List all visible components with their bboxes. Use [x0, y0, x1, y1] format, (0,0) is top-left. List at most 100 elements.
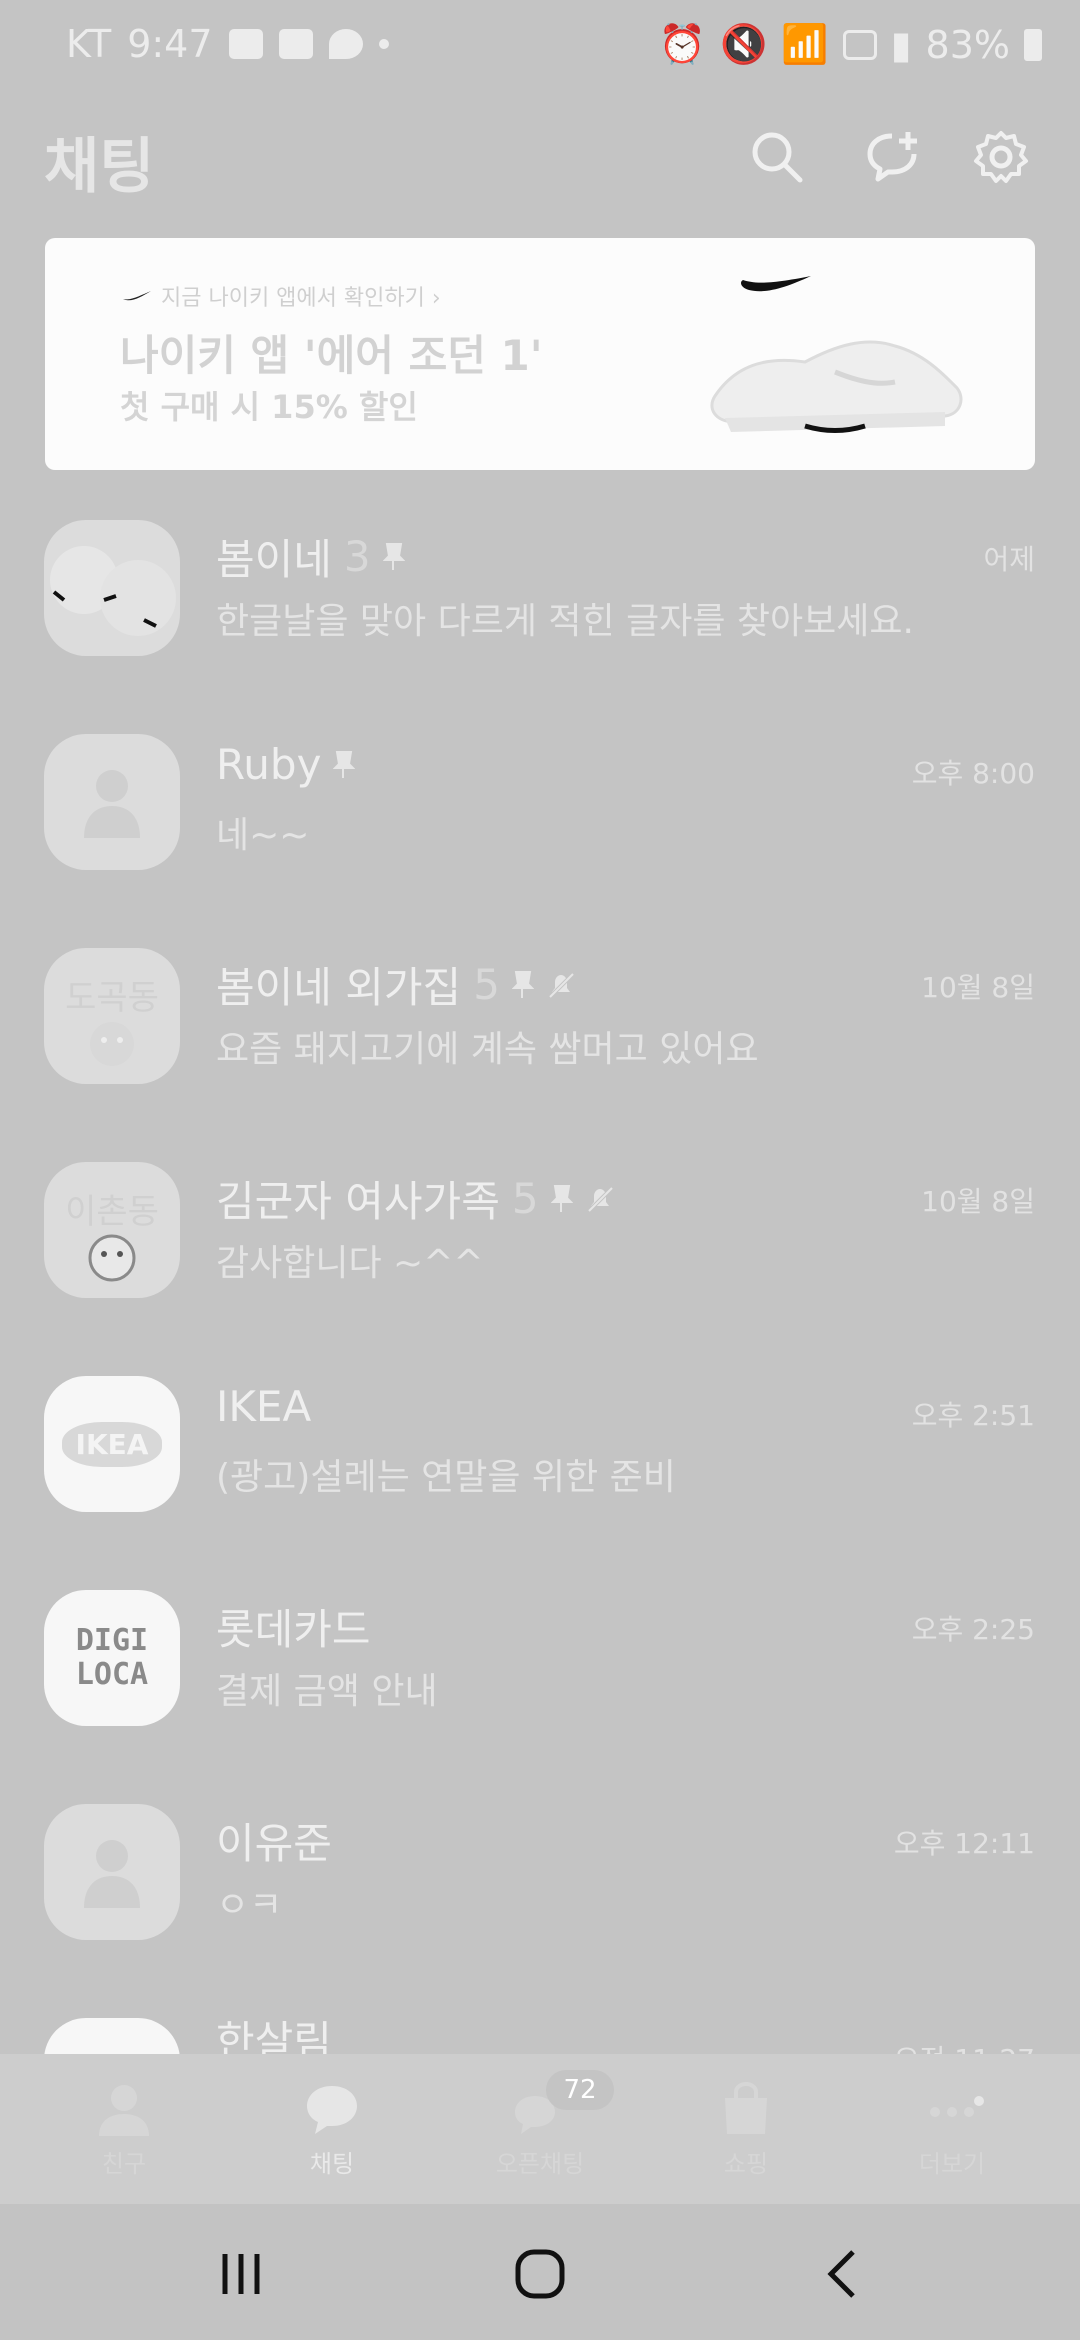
gallery-notification-icon [228, 29, 263, 59]
chat-name: 이유준 [216, 1810, 332, 1871]
chat-time: 10월 8일 [921, 971, 1035, 1004]
clock: 9:47 [127, 22, 213, 66]
member-count: 5 [511, 1174, 539, 1223]
nike-swoosh-icon [123, 291, 151, 301]
avatar [44, 520, 180, 656]
tab-more[interactable]: 더보기 [892, 2082, 1012, 2179]
avatar [44, 1804, 180, 1940]
chat-name: 김군자 여사가족 5 [216, 1168, 615, 1229]
status-right: ⏰ 🔇 📶 ▮ 83% [659, 22, 1042, 67]
chat-title: 이유준 [216, 1819, 332, 1868]
chat-last-message: 요즘 돼지고기에 계속 쌈머고 있어요 [216, 1029, 759, 1070]
d-app-notification-icon [328, 29, 363, 59]
chat-last-message: 결제 금액 안내 [216, 1671, 438, 1712]
chat-name: Ruby [216, 740, 356, 789]
chat-name: 봄이네 외가집 5 [216, 954, 576, 1015]
recent-apps-button[interactable] [206, 2244, 276, 2304]
chat-row[interactable]: 이촌동 김군자 여사가족 5 감사합니다 ~^^ 10월 8일 [0, 1142, 1080, 1342]
chat-title: 김군자 여사가족 [216, 1177, 500, 1226]
chat-time: 10월 8일 [921, 1185, 1035, 1218]
chat-row[interactable]: DIGI LOCA 롯데카드 결제 금액 안내 오후 2:25 [0, 1570, 1080, 1770]
pin-icon [511, 970, 534, 998]
tab-shopping[interactable]: 쇼핑 [686, 2082, 806, 2179]
tab-openchat[interactable]: 72 오픈채팅 [480, 2070, 614, 2179]
new-indicator-dot [974, 2096, 984, 2106]
tab-openchat-label: 오픈채팅 [495, 2150, 585, 2178]
chat-title: 봄이네 [216, 535, 332, 584]
character-icon [88, 1234, 136, 1282]
mute-status-icon: 🔇 [719, 22, 768, 66]
banner-link[interactable]: 지금 나이키 앱에서 확인하기 › [123, 280, 441, 312]
new-chat-icon [867, 132, 917, 182]
chat-row[interactable]: 봄이네 3 한글날을 맞아 다르게 적힌 글자를 찾아보세요. 어제 [0, 500, 1080, 700]
chat-last-message: ㅇㅋ [216, 1885, 283, 1926]
person-icon [84, 1840, 140, 1908]
wifi-icon: 📶 [781, 22, 829, 66]
page-title: 채팅 [44, 132, 155, 202]
back-button[interactable] [808, 2244, 878, 2304]
ikea-logo: IKEA [44, 1376, 180, 1512]
tab-more-label: 더보기 [918, 2150, 986, 2178]
app-notification-icon [278, 29, 313, 59]
search-button[interactable] [742, 122, 812, 192]
chat-last-message: 한글날을 맞아 다르게 적힌 글자를 찾아보세요. [216, 601, 914, 642]
chat-row[interactable]: Ruby 네~~ 오후 8:00 [0, 714, 1080, 914]
chat-title: Ruby [216, 740, 322, 789]
chat-title: 롯데카드 [216, 1605, 371, 1654]
search-icon [752, 132, 803, 183]
avatar: IKEA [44, 1376, 180, 1512]
shopping-bag-icon [725, 2082, 767, 2134]
member-count: 3 [343, 532, 371, 581]
sneaker-image [710, 276, 963, 433]
openchat-badge: 72 [546, 2070, 614, 2110]
tab-chats-label: 채팅 [309, 2150, 355, 2178]
banner-headline: 나이키 앱 '에어 조던 1' [120, 331, 543, 380]
new-chat-button[interactable] [858, 122, 928, 192]
chat-last-message: 네~~ [216, 815, 310, 856]
banner-subline: 첫 구매 시 15% 할인 [120, 388, 418, 426]
chat-time: 오후 12:11 [893, 1827, 1035, 1860]
back-icon [827, 2250, 855, 2298]
mute-icon [548, 972, 575, 998]
chat-last-message: (광고)설레는 연말을 위한 준비 [216, 1457, 676, 1498]
hd-icon [842, 29, 877, 60]
chat-title: 봄이네 외가집 [216, 963, 462, 1012]
avatar: DIGI LOCA [44, 1590, 180, 1726]
chat-time: 오후 8:00 [911, 757, 1035, 790]
battery-icon [1024, 28, 1042, 61]
app-header: 채팅 [0, 110, 1080, 210]
avatar: 도곡동 [44, 948, 180, 1084]
avatar: 이촌동 [44, 1162, 180, 1298]
person-icon [84, 770, 140, 838]
recent-apps-icon [222, 2254, 260, 2294]
tab-chats[interactable]: 채팅 [272, 2082, 392, 2179]
chat-row[interactable]: 이유준 ㅇㅋ 오후 12:11 [0, 1784, 1080, 1984]
digiloca-logo: DIGI LOCA [75, 1623, 149, 1692]
pin-icon [333, 750, 356, 778]
settings-icon [974, 131, 1028, 183]
home-button[interactable] [505, 2244, 575, 2304]
chat-name: 롯데카드 [216, 1596, 371, 1657]
character-icon [90, 1022, 134, 1066]
chat-time: 오후 2:25 [911, 1613, 1035, 1646]
more-notifications-icon [378, 39, 389, 49]
carrier: KT [66, 22, 112, 66]
chat-row[interactable]: IKEA IKEA (광고)설레는 연말을 위한 준비 오후 2:51 [0, 1356, 1080, 1556]
group-photo-icon [50, 546, 176, 636]
settings-button[interactable] [966, 122, 1036, 192]
mute-icon [587, 1186, 613, 1212]
chat-bubble-icon [307, 2086, 357, 2134]
member-count: 5 [473, 960, 500, 1009]
tab-friends-label: 친구 [101, 2150, 147, 2178]
system-navigation-bar [0, 2204, 1080, 2340]
chat-row[interactable]: 도곡동 봄이네 외가집 5 요즘 돼지고기에 계속 쌈머고 있어요 10월 8일 [0, 928, 1080, 1128]
banner-link-text: 지금 나이키 앱에서 확인하기 › [161, 286, 441, 311]
person-icon [99, 2085, 149, 2136]
nike-ad-banner[interactable]: 지금 나이키 앱에서 확인하기 › 나이키 앱 '에어 조던 1' 첫 구매 시… [45, 238, 1035, 470]
alarm-icon: ⏰ [658, 22, 706, 66]
more-icon [930, 2107, 974, 2117]
tab-friends[interactable]: 친구 [64, 2082, 184, 2179]
signal-icon: ▮ [890, 22, 912, 67]
status-bar: KT 9:47 ⏰ 🔇 📶 ▮ 83% [0, 0, 1080, 100]
pin-icon [382, 542, 405, 570]
